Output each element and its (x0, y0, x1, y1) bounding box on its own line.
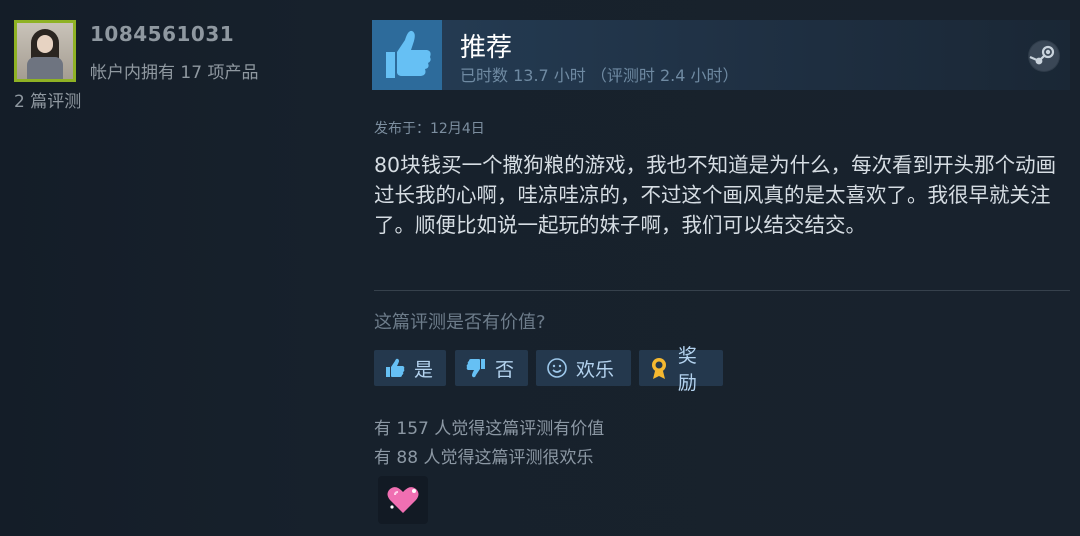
avatar-image (17, 23, 73, 79)
steam-logo-icon[interactable] (1028, 40, 1060, 72)
award-button[interactable]: 奖励 (639, 345, 723, 394)
award-label: 奖励 (677, 345, 697, 394)
vote-funny-label: 欢乐 (576, 358, 615, 381)
review-card: 1084561031 帐户内拥有 17 项产品 2 篇评测 推荐 已时数 13.… (0, 0, 1080, 536)
vote-no-label: 否 (495, 358, 515, 381)
review-text: 80块钱买一个撒狗粮的游戏，我也不知道是为什么，每次看到开头那个动画过长我的心啊… (374, 153, 1057, 237)
divider (374, 290, 1070, 291)
award-medal-icon (648, 356, 671, 380)
funny-count: 有 88 人觉得这篇评测很欢乐 (374, 448, 594, 468)
vote-funny-button[interactable]: 欢乐 (536, 350, 631, 386)
posted-date: 发布于：12月4日 (374, 121, 485, 137)
smiley-icon (545, 356, 569, 380)
helpful-question: 这篇评测是否有价值? (374, 312, 546, 333)
thumbs-down-icon (464, 356, 488, 380)
heart-award-icon[interactable] (378, 476, 428, 524)
vote-yes-label: 是 (414, 358, 434, 381)
helpful-count: 有 157 人觉得这篇评测有价值 (374, 419, 605, 439)
playtime-info: 已时数 13.7 小时 （评测时 2.4 小时） (460, 66, 739, 85)
products-owned[interactable]: 帐户内拥有 17 项产品 (90, 58, 258, 83)
recommendation-title[interactable]: 推荐 (460, 27, 512, 64)
review-count[interactable]: 2 篇评测 (14, 87, 81, 112)
avatar[interactable] (14, 20, 76, 82)
vote-no-button[interactable]: 否 (455, 350, 528, 386)
vote-yes-button[interactable]: 是 (374, 350, 446, 386)
thumbs-up-icon (372, 20, 442, 90)
thumbs-up-icon (383, 356, 407, 380)
username-link[interactable]: 1084561031 (90, 22, 234, 46)
